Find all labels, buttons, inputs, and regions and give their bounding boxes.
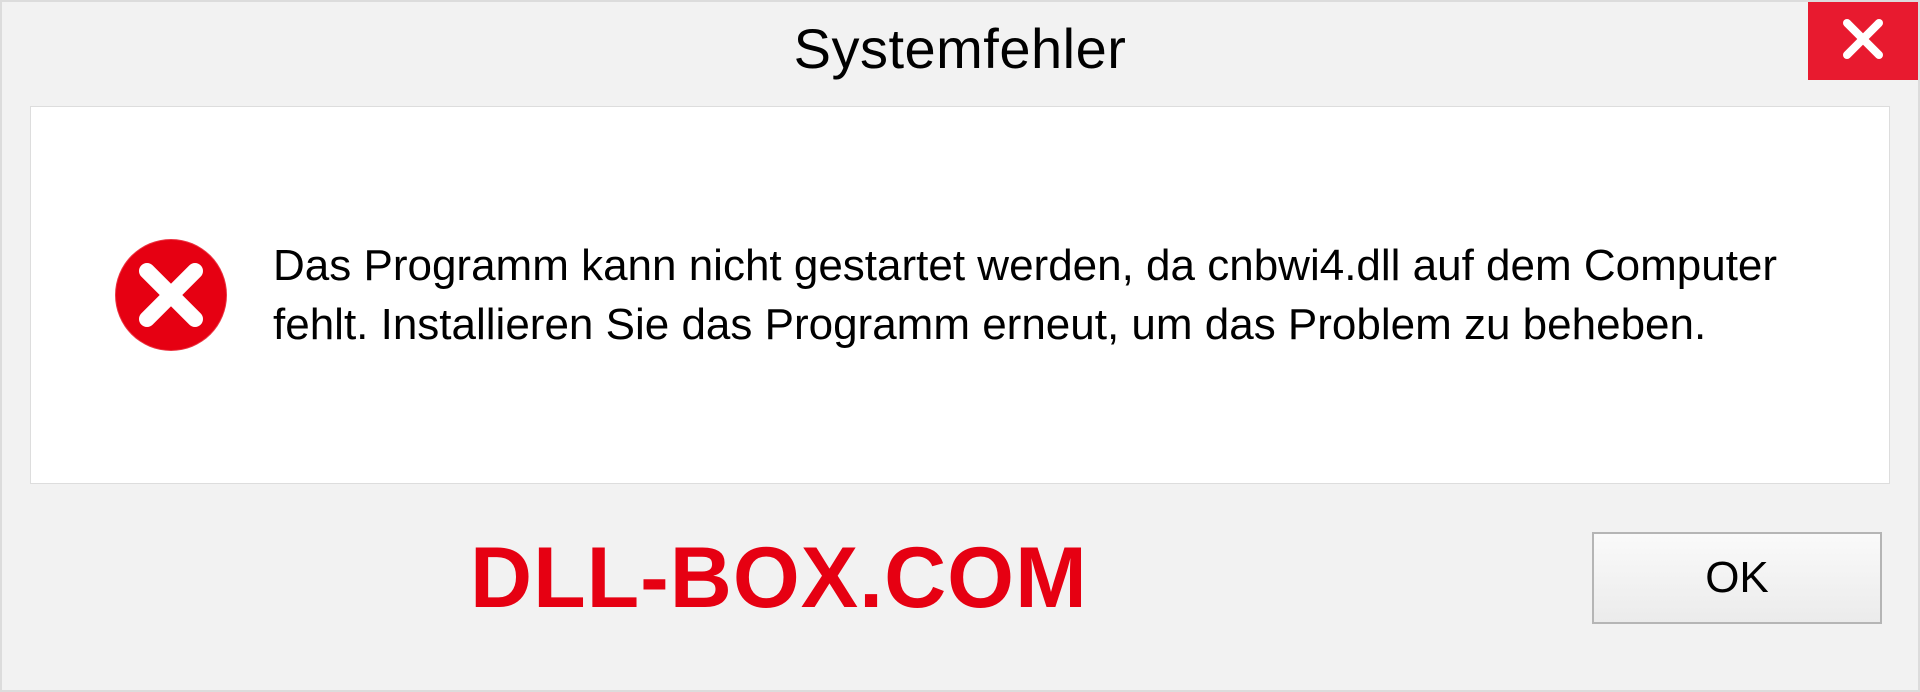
ok-button-label: OK [1705,553,1769,603]
error-icon [111,235,231,355]
dialog-title: Systemfehler [794,16,1127,81]
close-icon [1841,17,1885,66]
watermark-text: DLL-BOX.COM [470,529,1088,628]
titlebar: Systemfehler [2,2,1918,94]
close-button[interactable] [1808,2,1918,80]
content-panel: Das Programm kann nicht gestartet werden… [30,106,1890,484]
dialog-footer: DLL-BOX.COM OK [30,504,1890,652]
error-message: Das Programm kann nicht gestartet werden… [273,236,1793,355]
ok-button[interactable]: OK [1592,532,1882,624]
error-dialog: Systemfehler Das Programm kann nicht ges… [0,0,1920,692]
